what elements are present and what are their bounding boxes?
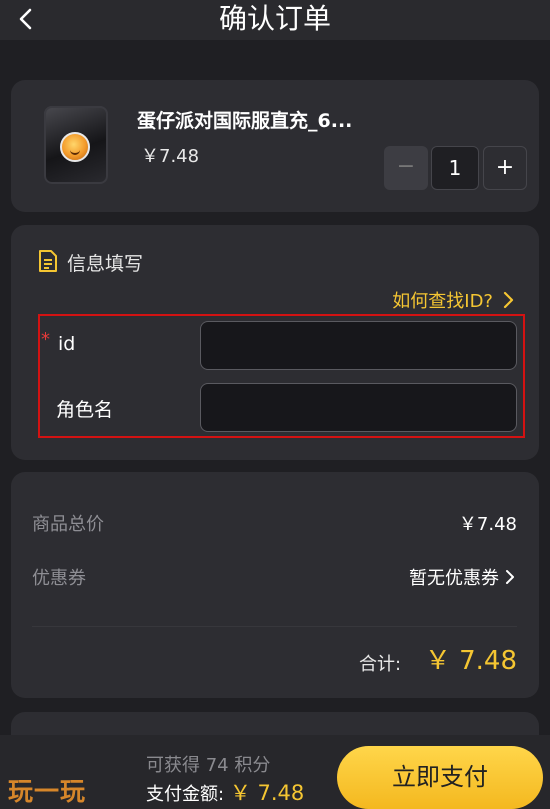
product-price: ￥7.48	[141, 146, 200, 167]
pay-now-button[interactable]: 立即支付	[337, 746, 543, 809]
coupon-value: 暂无优惠券	[409, 568, 499, 589]
id-input[interactable]	[200, 321, 517, 370]
subtotal-value: ￥7.48	[458, 514, 517, 535]
total-label: 合计:	[359, 654, 402, 675]
role-name-input[interactable]	[200, 383, 517, 432]
subtotal-label: 商品总价	[32, 514, 104, 535]
product-card: 蛋仔派对国际服直充_6... ￥7.48 − 1 +	[11, 80, 539, 212]
price-summary-card: 商品总价 ￥7.48 优惠券 暂无优惠券 合计: ￥ 7.48	[11, 472, 539, 698]
points-info: 可获得 74 积分	[146, 755, 271, 776]
pay-amount-label: 支付金额:	[146, 784, 225, 805]
decrease-quantity-button[interactable]: −	[384, 146, 428, 190]
find-id-help-label: 如何查找ID?	[392, 291, 493, 312]
find-id-help-link[interactable]: 如何查找ID?	[392, 287, 515, 313]
document-icon	[38, 249, 58, 273]
pay-amount: 支付金额: ￥ 7.48	[146, 777, 304, 807]
top-bar: 确认订单	[0, 0, 550, 40]
info-section-title: 信息填写	[67, 253, 144, 275]
info-form-card: 信息填写 如何查找ID? * id 角色名	[11, 225, 539, 460]
required-asterisk: *	[41, 329, 50, 350]
product-coin-icon	[44, 106, 108, 184]
total-value: ￥ 7.48	[424, 646, 517, 676]
watermark-logo: 玩一玩	[8, 777, 87, 806]
divider	[32, 626, 517, 627]
pay-amount-value: ￥ 7.48	[229, 781, 305, 805]
coupon-label: 优惠券	[32, 568, 86, 589]
increase-quantity-button[interactable]: +	[483, 146, 527, 190]
chevron-right-icon	[503, 291, 514, 309]
id-field-label: id	[58, 333, 76, 355]
quantity-stepper: − 1 +	[384, 146, 527, 190]
page-title: 确认订单	[218, 2, 331, 35]
quantity-value[interactable]: 1	[431, 146, 479, 190]
product-name: 蛋仔派对国际服直充_6...	[137, 110, 353, 132]
chevron-right-icon	[506, 570, 514, 584]
coupon-selector[interactable]: 暂无优惠券	[409, 564, 515, 590]
role-name-field-label: 角色名	[56, 399, 114, 421]
